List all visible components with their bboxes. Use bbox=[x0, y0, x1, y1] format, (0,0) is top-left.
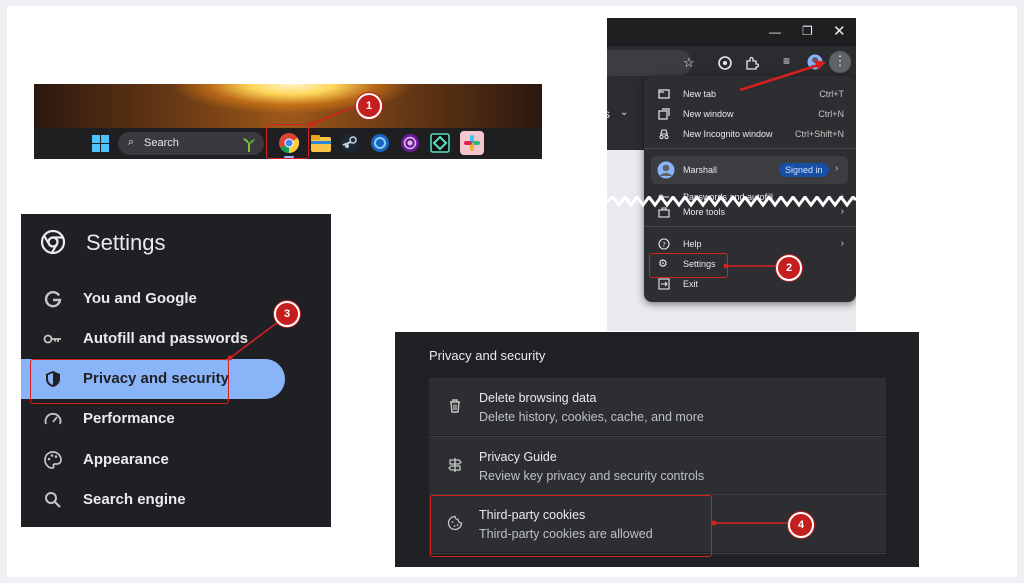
chrome-logo-icon bbox=[41, 230, 65, 254]
row-title: Privacy Guide bbox=[479, 450, 557, 464]
menu-item-new-tab[interactable]: New tab Ctrl+T bbox=[644, 84, 856, 104]
signpost-icon bbox=[448, 458, 462, 472]
incognito-icon bbox=[659, 129, 669, 140]
new-window-icon bbox=[658, 108, 670, 120]
menu-item-incognito[interactable]: New Incognito window Ctrl+Shift+N bbox=[644, 124, 856, 144]
menu-item-label: More tools bbox=[683, 207, 726, 217]
search-icon: ⌕ bbox=[128, 136, 135, 148]
step-badge-4: 4 bbox=[788, 512, 814, 538]
taskbar-search-box[interactable]: ⌕ Search bbox=[118, 132, 264, 155]
magnifier-icon bbox=[45, 492, 61, 508]
restore-icon[interactable]: ❐ bbox=[802, 24, 813, 38]
step-badge-1: 1 bbox=[356, 93, 382, 119]
row-title: Delete browsing data bbox=[479, 391, 597, 405]
window-titlebar: — ❐ ✕ bbox=[607, 18, 856, 46]
extension-icon-circle[interactable] bbox=[718, 56, 732, 70]
sidebar-item-you-and-google[interactable]: You and Google bbox=[21, 279, 291, 319]
windows-start-icon[interactable] bbox=[92, 135, 109, 152]
media-queue-icon[interactable]: ≡ bbox=[783, 54, 790, 68]
sidebar-item-search-engine[interactable]: Search engine bbox=[21, 480, 291, 520]
step-badge-3: 3 bbox=[274, 301, 300, 327]
plant-widget-icon bbox=[243, 138, 255, 152]
menu-divider bbox=[644, 148, 856, 149]
menu-item-label: New Incognito window bbox=[683, 129, 773, 139]
row-delete-browsing-data[interactable]: Delete browsing data Delete history, coo… bbox=[429, 378, 886, 435]
menu-item-help[interactable]: ? Help › bbox=[644, 234, 856, 254]
page-tab-fragment: s bbox=[607, 107, 610, 121]
sidebar-item-label: Appearance bbox=[83, 451, 169, 468]
sidebar-item-label: Autofill and passwords bbox=[83, 330, 249, 347]
address-bar[interactable] bbox=[607, 50, 692, 76]
chrome-window-crop: — ❐ ✕ ☆ ≡ ⋮ s ⌄ New tab Ctrl+T New windo… bbox=[607, 18, 856, 331]
shortcut-label: Ctrl+T bbox=[819, 89, 844, 99]
file-explorer-icon[interactable] bbox=[310, 133, 332, 153]
trash-icon bbox=[450, 399, 460, 413]
sidebar-item-performance[interactable]: Performance bbox=[21, 399, 291, 439]
speedometer-icon bbox=[44, 412, 62, 425]
row-privacy-guide[interactable]: Privacy Guide Review key privacy and sec… bbox=[429, 437, 886, 494]
signed-in-badge: Signed in bbox=[779, 163, 829, 177]
sidebar-item-label: Performance bbox=[83, 410, 175, 427]
desktop-wallpaper bbox=[34, 84, 542, 128]
menu-divider bbox=[644, 226, 856, 227]
svg-text:?: ? bbox=[662, 241, 666, 249]
highlight-settings-menu-item bbox=[649, 253, 728, 278]
step-badge-2: 2 bbox=[776, 255, 802, 281]
section-title: Privacy and security bbox=[429, 348, 546, 363]
chevron-right-icon: › bbox=[840, 238, 844, 249]
minimize-icon[interactable]: — bbox=[769, 25, 781, 39]
menu-item-label: New window bbox=[683, 109, 734, 119]
highlight-chrome-taskbar bbox=[266, 124, 309, 159]
shortcut-label: Ctrl+N bbox=[818, 109, 844, 119]
close-icon[interactable]: ✕ bbox=[833, 22, 846, 40]
key-icon bbox=[43, 334, 61, 344]
menu-item-label: New tab bbox=[683, 89, 717, 99]
shortcut-label: Ctrl+Shift+N bbox=[794, 129, 844, 139]
slack-icon[interactable] bbox=[460, 131, 484, 155]
torn-edge-divider bbox=[607, 196, 856, 208]
row-subtitle: Review key privacy and security controls bbox=[479, 469, 705, 483]
extensions-puzzle-icon[interactable] bbox=[745, 56, 759, 70]
highlight-third-party-cookies bbox=[430, 495, 712, 557]
menu-item-label: Exit bbox=[683, 279, 699, 289]
menu-item-label: Help bbox=[683, 239, 702, 249]
google-g-icon bbox=[44, 291, 62, 308]
sidebar-item-autofill[interactable]: Autofill and passwords bbox=[21, 319, 291, 359]
menu-profile-row[interactable]: Marshall Signed in › bbox=[651, 156, 848, 184]
row-subtitle: Delete history, cookies, cache, and more bbox=[479, 410, 704, 424]
app-icon-purple[interactable] bbox=[400, 133, 420, 153]
sidebar-item-label: You and Google bbox=[83, 290, 197, 307]
app-icon-diamond[interactable] bbox=[430, 133, 450, 153]
profile-avatar-icon bbox=[657, 161, 675, 179]
highlight-privacy-item bbox=[30, 359, 229, 404]
profile-avatar-icon[interactable] bbox=[807, 54, 823, 70]
new-tab-icon bbox=[658, 89, 670, 99]
palette-icon bbox=[44, 451, 62, 469]
kebab-menu-icon[interactable]: ⋮ bbox=[829, 51, 851, 73]
taskbar-search-label: Search bbox=[144, 137, 179, 149]
settings-title: Settings bbox=[86, 230, 166, 255]
exit-icon bbox=[658, 278, 670, 290]
help-icon: ? bbox=[658, 238, 670, 250]
sidebar-item-appearance[interactable]: Appearance bbox=[21, 440, 291, 480]
app-icon-blue[interactable] bbox=[370, 133, 390, 153]
profile-name: Marshall bbox=[683, 165, 718, 175]
toolbar: ☆ ≡ ⋮ bbox=[607, 46, 856, 80]
sidebar-item-label: Search engine bbox=[83, 491, 186, 508]
bookmark-star-icon[interactable]: ☆ bbox=[683, 55, 695, 71]
steam-icon[interactable] bbox=[340, 133, 360, 153]
chevron-down-icon[interactable]: ⌄ bbox=[620, 107, 628, 118]
chevron-right-icon: › bbox=[835, 163, 839, 174]
menu-item-new-window[interactable]: New window Ctrl+N bbox=[644, 104, 856, 124]
